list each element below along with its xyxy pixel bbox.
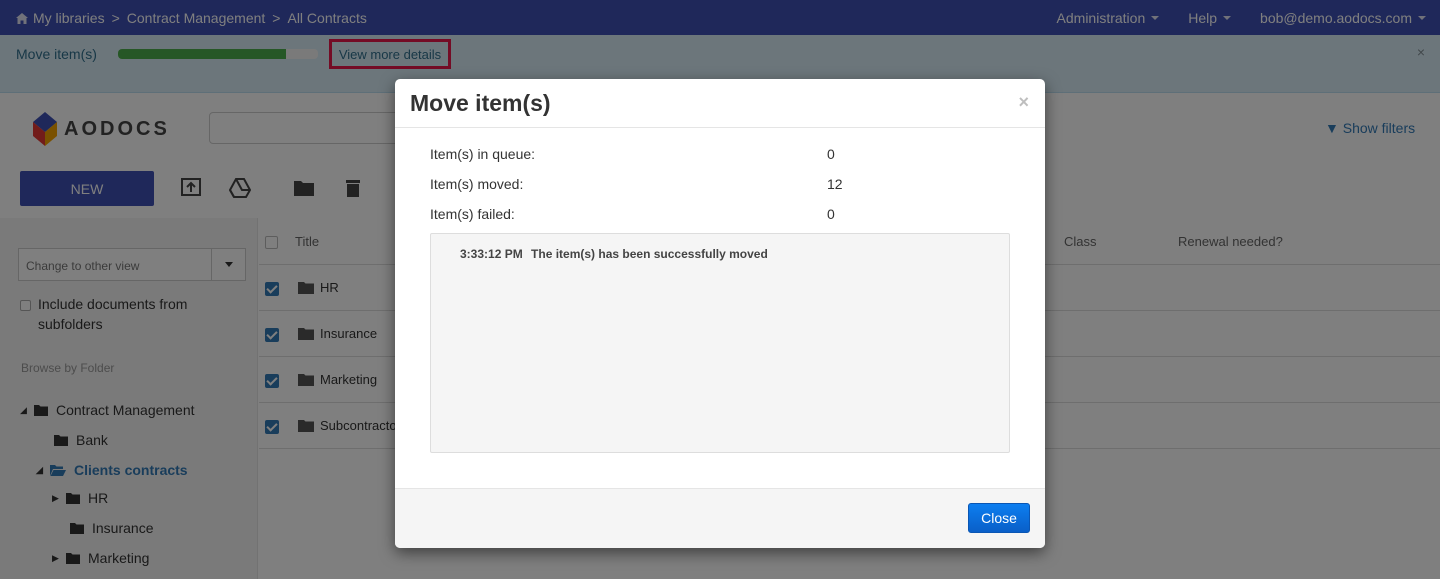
stat-failed-label: Item(s) failed: <box>430 206 515 222</box>
modal-header: Move item(s) × <box>395 79 1045 128</box>
log-time: 3:33:12 PM <box>460 247 523 261</box>
log-entry: 3:33:12 PM The item(s) has been successf… <box>460 247 768 261</box>
stat-queue-label: Item(s) in queue: <box>430 146 536 162</box>
modal-title: Move item(s) <box>410 90 551 116</box>
stat-moved-value: 12 <box>827 176 843 192</box>
stat-queue-value: 0 <box>827 146 835 162</box>
log-message: The item(s) has been successfully moved <box>531 247 768 261</box>
modal-close-icon[interactable]: × <box>1018 92 1029 113</box>
log-panel: 3:33:12 PM The item(s) has been successf… <box>430 233 1010 453</box>
stat-moved-label: Item(s) moved: <box>430 176 524 192</box>
close-button[interactable]: Close <box>968 503 1030 533</box>
stat-failed-value: 0 <box>827 206 835 222</box>
move-items-dialog: Move item(s) × Item(s) in queue: 0 Item(… <box>395 79 1045 548</box>
modal-footer: Close <box>395 488 1045 548</box>
